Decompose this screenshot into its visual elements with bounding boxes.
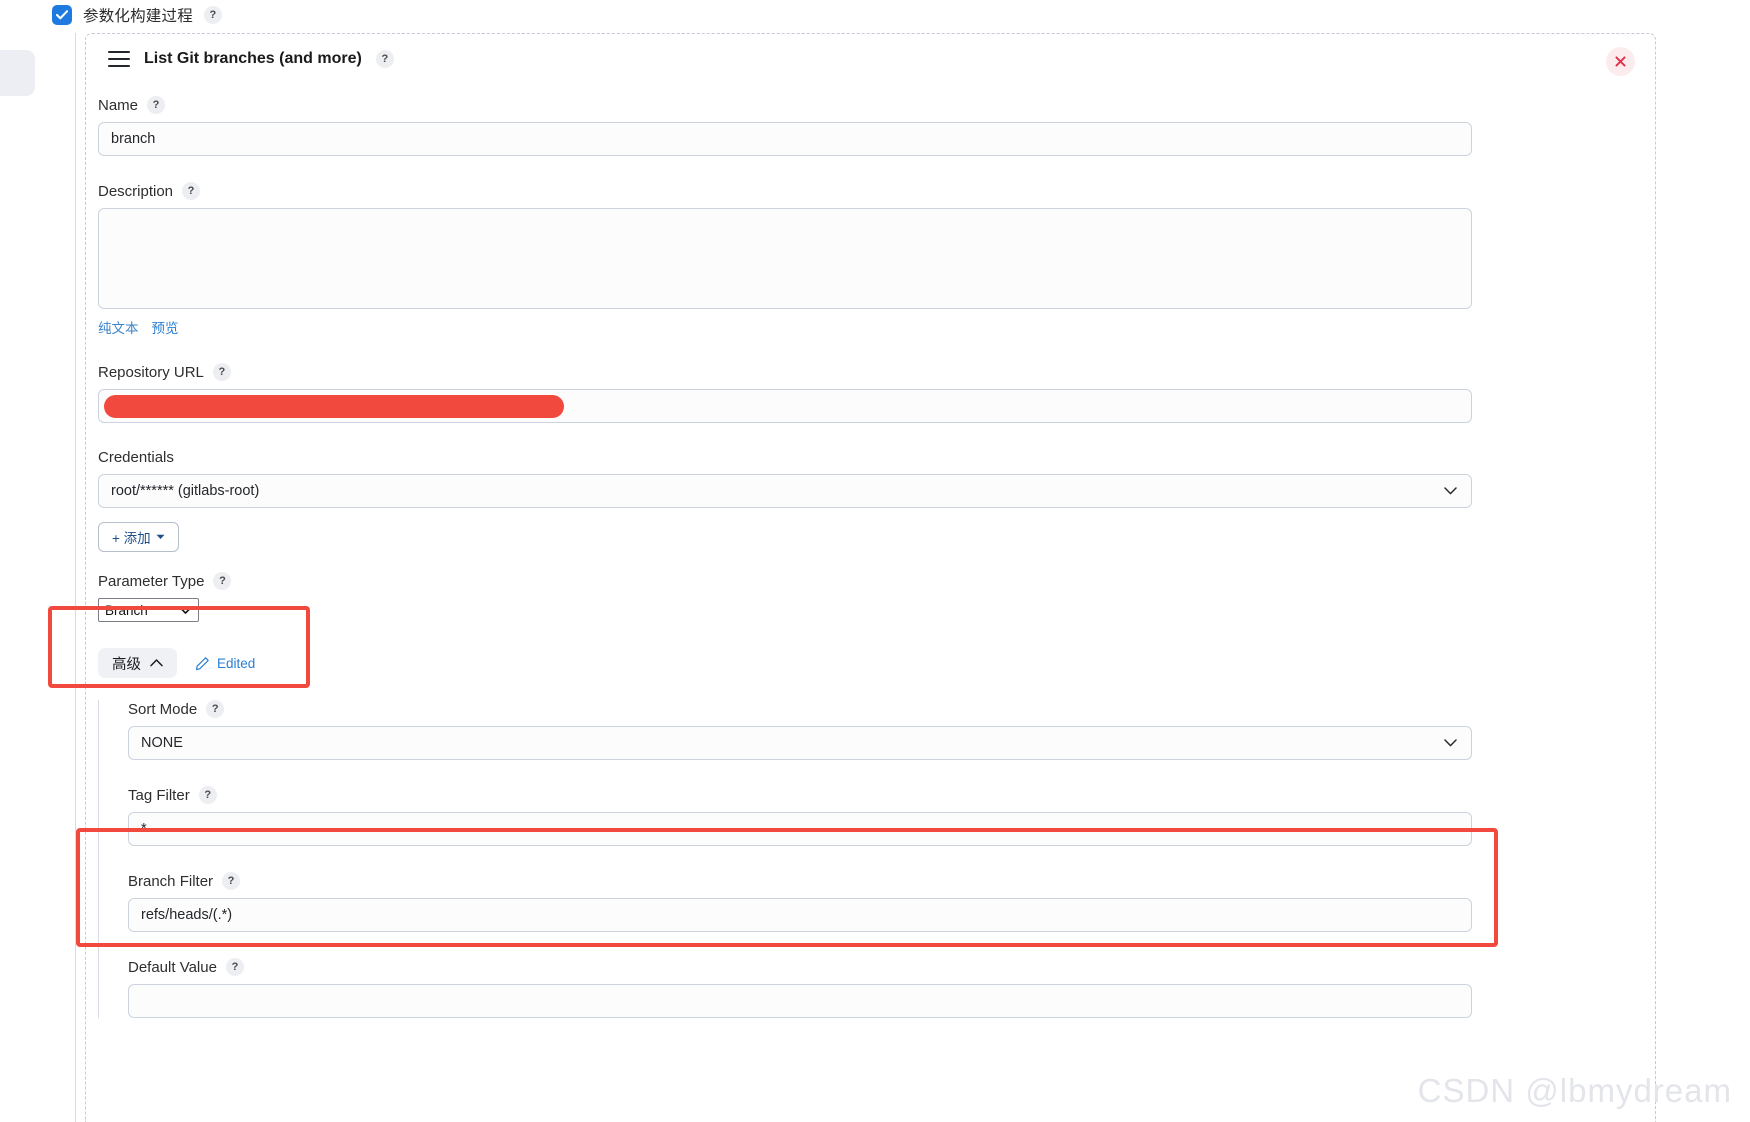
- help-icon-name[interactable]: ?: [147, 96, 166, 114]
- chevron-down-icon-parameter-type: [180, 603, 191, 618]
- label-name: Name: [98, 96, 139, 114]
- drag-handle-icon[interactable]: [108, 51, 130, 67]
- label-row-default-value: Default Value ?: [128, 958, 1643, 984]
- screenshot-root: 参数化构建过程 ? List Git branches (and more) ?…: [0, 0, 1750, 1122]
- label-default-value: Default Value: [128, 958, 217, 976]
- label-row-repository-url: Repository URL ?: [98, 363, 1643, 389]
- select-sort-mode-value: NONE: [141, 735, 183, 751]
- field-parameter-type: Parameter Type ? Branch: [98, 572, 1643, 622]
- edited-label: Edited: [217, 655, 256, 671]
- close-parameter-button[interactable]: [1606, 47, 1635, 76]
- add-credentials-label: + 添加: [112, 531, 151, 546]
- select-parameter-type[interactable]: Branch: [98, 598, 199, 622]
- help-icon-repository-url[interactable]: ?: [212, 363, 231, 381]
- label-sort-mode: Sort Mode: [128, 700, 198, 718]
- close-icon: [1615, 56, 1626, 67]
- description-format-links: 纯文本 预览: [98, 309, 1643, 337]
- field-repository-url: Repository URL ?: [98, 363, 1643, 423]
- link-plain-text[interactable]: 纯文本: [98, 317, 139, 337]
- chevron-up-icon: [150, 659, 163, 667]
- help-icon-tag-filter[interactable]: ?: [198, 786, 217, 804]
- label-row-credentials: Credentials: [98, 449, 1643, 474]
- help-icon-branch-filter[interactable]: ?: [222, 872, 241, 890]
- field-default-value: Default Value ?: [128, 958, 1643, 1018]
- advanced-section: Sort Mode ? NONE Tag Filter ? * Branch F…: [98, 700, 1643, 1018]
- field-credentials: Credentials root/****** (gitlabs-root) +…: [98, 449, 1643, 552]
- input-repository-url[interactable]: [98, 389, 1472, 423]
- field-description: Description ? 纯文本 预览: [98, 182, 1643, 337]
- select-sort-mode[interactable]: NONE: [128, 726, 1472, 760]
- help-icon-parameterized-build[interactable]: ?: [203, 6, 222, 24]
- input-tag-filter[interactable]: *: [128, 812, 1472, 846]
- field-branch-filter: Branch Filter ? refs/heads/(.*): [128, 872, 1643, 932]
- select-parameter-type-value: Branch: [105, 602, 148, 618]
- help-icon-parameter-type[interactable]: ?: [213, 572, 232, 590]
- pencil-icon: [195, 656, 209, 670]
- parameterized-build-row: 参数化构建过程 ?: [52, 3, 222, 27]
- advanced-toggle-label: 高级: [112, 656, 141, 673]
- help-icon-default-value[interactable]: ?: [225, 958, 244, 976]
- field-sort-mode: Sort Mode ? NONE: [128, 700, 1643, 760]
- label-description: Description: [98, 182, 174, 200]
- field-name: Name ? branch: [98, 96, 1643, 156]
- select-credentials[interactable]: root/****** (gitlabs-root): [98, 474, 1472, 508]
- label-row-tag-filter: Tag Filter ?: [128, 786, 1643, 812]
- parameter-card-title: List Git branches (and more): [144, 50, 362, 67]
- help-icon-parameter-card[interactable]: ?: [375, 50, 394, 68]
- redaction-bar: [104, 395, 564, 418]
- add-credentials-button[interactable]: + 添加: [98, 522, 179, 552]
- input-branch-filter[interactable]: refs/heads/(.*): [128, 898, 1472, 932]
- parameter-form: Name ? branch Description ? 纯文本 预览 Repos…: [98, 96, 1643, 1018]
- parameter-card-header: List Git branches (and more) ?: [108, 50, 394, 68]
- label-parameter-type: Parameter Type: [98, 572, 205, 590]
- input-default-value[interactable]: [128, 984, 1472, 1018]
- label-row-parameter-type: Parameter Type ?: [98, 572, 1643, 598]
- textarea-description[interactable]: [98, 208, 1472, 309]
- label-row-branch-filter: Branch Filter ?: [128, 872, 1643, 898]
- left-panel-stub: [0, 50, 35, 96]
- label-row-description: Description ?: [98, 182, 1643, 208]
- select-credentials-value: root/****** (gitlabs-root): [111, 483, 260, 499]
- label-repository-url: Repository URL: [98, 363, 204, 381]
- advanced-toggle-button[interactable]: 高级: [98, 648, 177, 678]
- label-branch-filter: Branch Filter: [128, 872, 214, 890]
- parameterized-build-label: 参数化构建过程: [83, 8, 193, 25]
- check-icon: [56, 10, 68, 20]
- label-credentials: Credentials: [98, 449, 174, 466]
- caret-down-icon-add: [156, 534, 165, 539]
- field-tag-filter: Tag Filter ? *: [128, 786, 1643, 846]
- chevron-down-icon-sort-mode: [1444, 735, 1457, 751]
- input-name[interactable]: branch: [98, 122, 1472, 156]
- advanced-toggle-row: 高级 Edited: [98, 648, 1643, 678]
- label-row-name: Name ?: [98, 96, 1643, 122]
- parameter-card: List Git branches (and more) ? Name ? br…: [85, 33, 1656, 1122]
- help-icon-sort-mode[interactable]: ?: [206, 700, 225, 718]
- chevron-down-icon-credentials: [1444, 483, 1457, 499]
- parameterized-build-checkbox[interactable]: [52, 5, 72, 25]
- help-icon-description[interactable]: ?: [182, 182, 201, 200]
- link-preview[interactable]: 预览: [152, 317, 179, 337]
- label-tag-filter: Tag Filter: [128, 786, 190, 804]
- label-row-sort-mode: Sort Mode ?: [128, 700, 1643, 726]
- watermark: CSDN @lbmydream: [1417, 1072, 1732, 1109]
- edited-indicator[interactable]: Edited: [195, 656, 255, 671]
- left-guide-rail: [75, 33, 76, 1122]
